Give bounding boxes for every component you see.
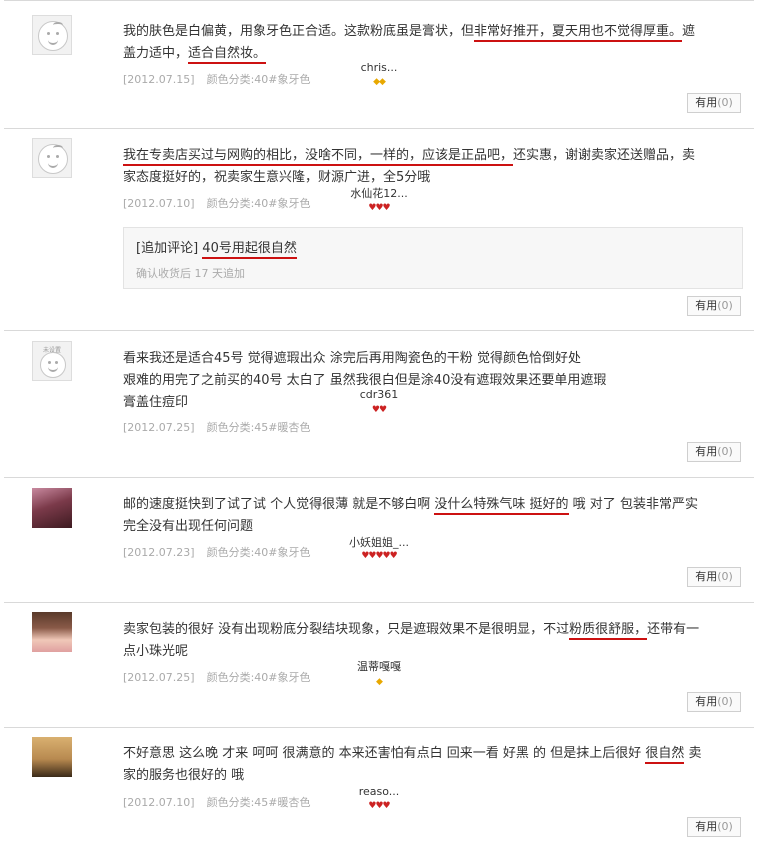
review-text: 看来我还是适合45号 觉得遮瑕出众 涂完后再用陶瓷色的干粉 觉得颜色恰倒好处 艰难… <box>123 351 607 410</box>
append-label: [追加评论] <box>136 241 199 256</box>
review-date: [2012.07.15] <box>123 73 195 86</box>
sku-info: 颜色分类:40#象牙色 <box>206 671 311 684</box>
sku-info: 颜色分类:45#暖杏色 <box>206 421 311 434</box>
append-time: 确认收货后 17 天追加 <box>136 267 245 280</box>
review-meta: [2012.07.25] 颜色分类:40#象牙色 <box>123 669 311 685</box>
review-date: [2012.07.25] <box>123 421 195 434</box>
sku-info: 颜色分类:40#象牙色 <box>206 73 311 86</box>
review-item: reaso... ♥♥♥ 不好意思 这么晚 才来 呵呵 很满意的 本来还害怕有点… <box>4 728 754 844</box>
review-meta: [2012.07.23] 颜色分类:40#象牙色 <box>123 544 311 560</box>
review-date: [2012.07.10] <box>123 796 195 809</box>
review-text: 邮的速度挺快到了试了试 个人觉得很薄 就是不够白啊 没什么特殊气味 挺好的 哦 … <box>123 497 698 534</box>
credit-badge: ♥♥♥ <box>368 203 390 213</box>
appended-review: [追加评论] 40号用起很自然 确认收货后 17 天追加 <box>123 227 743 289</box>
helpful-button[interactable]: 有用(0) <box>687 817 741 837</box>
review-item: 水仙花12... ♥♥♥ 我在专卖店买过与网购的相比，没啥不同，一样的，应该是正… <box>4 128 754 331</box>
helpful-button[interactable]: 有用(0) <box>687 567 741 587</box>
review-date: [2012.07.10] <box>123 197 195 210</box>
credit-badge: ♥♥♥ <box>368 801 390 811</box>
review-item: 温蒂嘎嘎 ◆ 卖家包装的很好 没有出现粉底分裂结块现象，只是遮瑕效果不是很明显，… <box>4 603 754 728</box>
sku-info: 颜色分类:40#象牙色 <box>206 546 311 559</box>
user-avatar[interactable] <box>32 488 72 528</box>
append-text: 40号用起很自然 <box>202 241 297 259</box>
review-text: 我在专卖店买过与网购的相比，没啥不同，一样的，应该是正品吧，还实惠，谢谢卖家还送… <box>123 148 696 185</box>
sku-info: 颜色分类:45#暖杏色 <box>206 796 311 809</box>
sku-info: 颜色分类:40#象牙色 <box>206 197 311 210</box>
credit-badge: ♥♥♥♥♥ <box>361 551 397 561</box>
user-avatar[interactable] <box>32 737 72 777</box>
review-item: chris... ◆◆ 我的肤色是白偏黄，用象牙色正合适。这款粉底虽是膏状，但非… <box>4 0 754 129</box>
review-text: 我的肤色是白偏黄，用象牙色正合适。这款粉底虽是膏状，但非常好推开，夏天用也不觉得… <box>123 21 708 65</box>
review-meta: [2012.07.25] 颜色分类:45#暖杏色 <box>123 419 311 435</box>
helpful-button[interactable]: 有用(0) <box>687 442 741 462</box>
review-text: 不好意思 这么晚 才来 呵呵 很满意的 本来还害怕有点白 回来一看 好黑 的 但… <box>123 746 702 783</box>
user-avatar[interactable]: 未设置 <box>32 341 72 381</box>
credit-badge: ◆◆ <box>373 77 386 87</box>
review-text: 卖家包装的很好 没有出现粉底分裂结块现象，只是遮瑕效果不是很明显，不过粉质很舒服… <box>123 622 700 659</box>
review-item: 未设置 cdr361 ♥♥ 看来我还是适合45号 觉得遮瑕出众 涂完后再用陶瓷色… <box>4 331 754 478</box>
review-meta: [2012.07.10] 颜色分类:40#象牙色 <box>123 195 311 211</box>
credit-badge: ◆ <box>376 677 383 687</box>
review-meta: [2012.07.15] 颜色分类:40#象牙色 <box>123 71 311 87</box>
review-meta: [2012.07.10] 颜色分类:45#暖杏色 <box>123 794 311 810</box>
helpful-button[interactable]: 有用(0) <box>687 296 741 316</box>
review-date: [2012.07.23] <box>123 546 195 559</box>
review-item: 小妖姐姐_... ♥♥♥♥♥ 邮的速度挺快到了试了试 个人觉得很薄 就是不够白啊… <box>4 478 754 603</box>
user-avatar[interactable] <box>32 612 72 652</box>
helpful-button[interactable]: 有用(0) <box>687 692 741 712</box>
review-date: [2012.07.25] <box>123 671 195 684</box>
helpful-button[interactable]: 有用(0) <box>687 93 741 113</box>
user-avatar[interactable] <box>32 15 72 55</box>
user-avatar[interactable] <box>32 138 72 178</box>
